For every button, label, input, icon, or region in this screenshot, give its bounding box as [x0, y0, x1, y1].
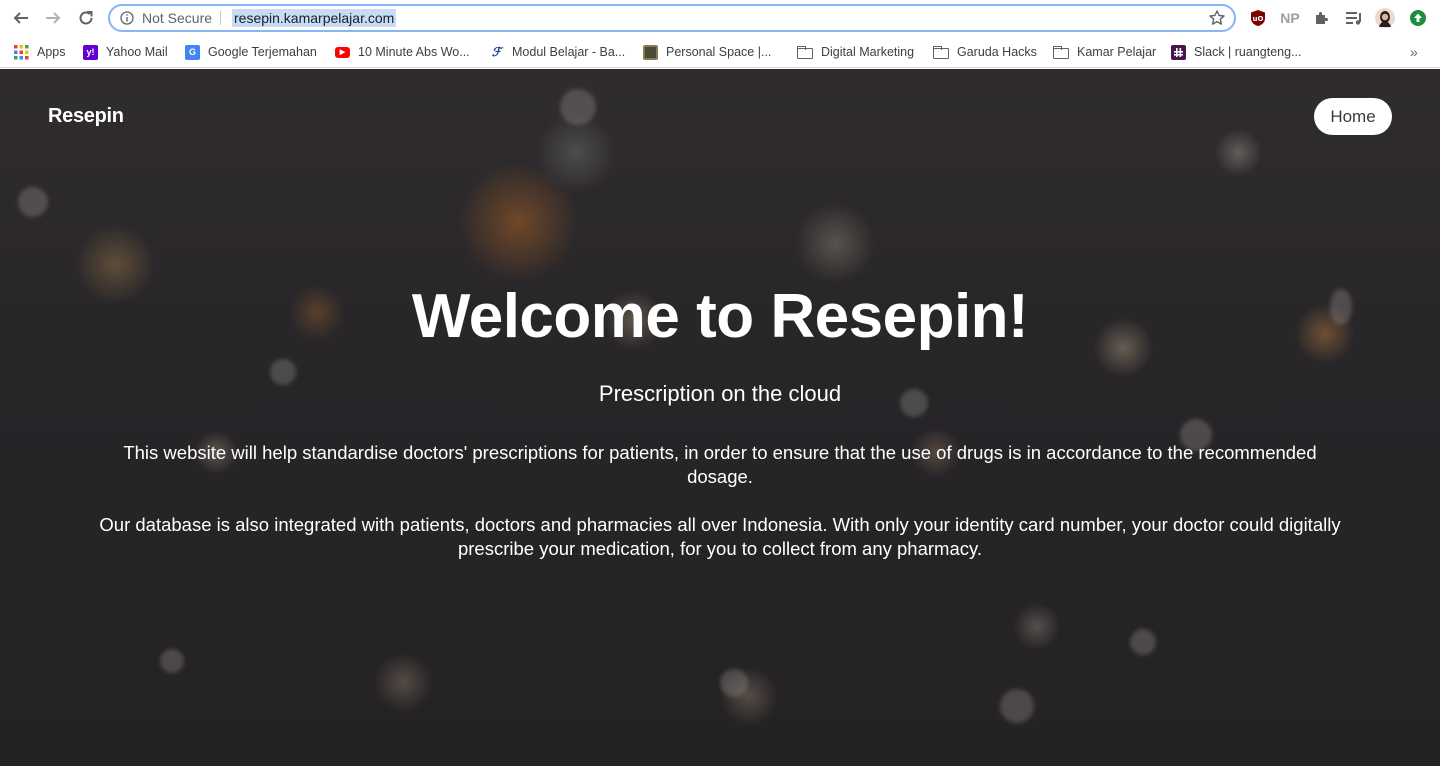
- bookmark-yahoo-mail[interactable]: y! Yahoo Mail: [83, 43, 168, 61]
- bookmark-personal-space[interactable]: Personal Space |...: [643, 43, 771, 61]
- personal-space-icon: [643, 44, 658, 60]
- forward-button[interactable]: [41, 6, 65, 30]
- media-icon[interactable]: [1344, 8, 1364, 28]
- address-bar[interactable]: Not Secure resepin.kamarpelajar.com: [108, 4, 1236, 32]
- bookmark-apps[interactable]: Apps: [14, 43, 66, 61]
- hero-subtitle: Prescription on the cloud: [598, 381, 842, 406]
- apps-grid-icon: [14, 44, 29, 59]
- bookmark-label: Garuda Hacks: [957, 45, 1037, 59]
- home-button[interactable]: Home: [1314, 98, 1392, 135]
- bookmark-label: Google Terjemahan: [208, 45, 317, 59]
- hero-title: Welcome to Resepin!: [411, 282, 1029, 351]
- bookmark-label: Personal Space |...: [666, 45, 772, 59]
- slack-icon: [1171, 44, 1186, 60]
- bookmark-kamar-pelajar[interactable]: Kamar Pelajar: [1053, 43, 1156, 61]
- reload-button[interactable]: [74, 6, 98, 30]
- profile-avatar[interactable]: [1375, 8, 1395, 28]
- update-icon[interactable]: [1408, 8, 1428, 28]
- back-button[interactable]: [9, 6, 33, 30]
- security-label[interactable]: Not Secure: [142, 9, 212, 27]
- modul-icon: ℱ: [489, 44, 504, 60]
- folder-icon: [797, 45, 813, 59]
- bookmark-digital-marketing[interactable]: Digital Marketing: [797, 43, 914, 61]
- brand-logo[interactable]: Resepin: [48, 105, 124, 128]
- bookmarks-overflow-chevron-icon[interactable]: »: [1410, 43, 1418, 61]
- hero-section: Resepin Home Welcome to Resepin! Prescri…: [0, 69, 1440, 766]
- hero-content: Welcome to Resepin! Prescription on the …: [0, 269, 1440, 561]
- bookmark-label: Yahoo Mail: [106, 45, 168, 59]
- puzzle-icon[interactable]: [1312, 8, 1332, 28]
- info-icon[interactable]: [120, 11, 134, 25]
- bookmark-garuda-hacks[interactable]: Garuda Hacks: [933, 43, 1037, 61]
- hero-description: This website will help standardise docto…: [123, 442, 1317, 487]
- back-arrow-icon: [13, 12, 28, 24]
- bookmark-modul-belajar[interactable]: ℱ Modul Belajar - Ba...: [489, 43, 625, 61]
- google-translate-icon: G: [185, 44, 200, 60]
- np-icon[interactable]: NP: [1280, 8, 1300, 28]
- bookmark-abs-workout[interactable]: ▶ 10 Minute Abs Wo...: [335, 43, 470, 61]
- bookmark-slack[interactable]: Slack | ruangteng...: [1171, 43, 1301, 61]
- forward-arrow-icon: [46, 12, 61, 24]
- bookmarks-bar: Apps y! Yahoo Mail G Google Terjemahan ▶…: [0, 36, 1440, 68]
- bookmark-label: Apps: [37, 45, 66, 59]
- bookmark-label: Slack | ruangteng...: [1194, 45, 1302, 59]
- folder-icon: [1053, 45, 1069, 59]
- address-separator: [220, 11, 221, 25]
- svg-text:uO: uO: [1253, 15, 1264, 23]
- folder-icon: [933, 45, 949, 59]
- bookmark-label: Modul Belajar - Ba...: [512, 45, 626, 59]
- bookmark-star-icon[interactable]: [1208, 9, 1226, 27]
- bookmark-google-terjemahan[interactable]: G Google Terjemahan: [185, 43, 317, 61]
- url-text[interactable]: resepin.kamarpelajar.com: [232, 9, 397, 27]
- bookmark-label: 10 Minute Abs Wo...: [358, 45, 470, 59]
- ublock-icon[interactable]: uO: [1248, 8, 1268, 28]
- youtube-icon: ▶: [335, 46, 350, 58]
- bookmark-label: Digital Marketing: [821, 45, 915, 59]
- browser-toolbar: Not Secure resepin.kamarpelajar.com uO N…: [0, 0, 1440, 36]
- yahoo-icon: y!: [83, 44, 98, 60]
- bookmark-label: Kamar Pelajar: [1077, 45, 1157, 59]
- reload-icon: [79, 11, 93, 25]
- hero-description-secondary: Our database is also integrated with pat…: [99, 514, 1341, 559]
